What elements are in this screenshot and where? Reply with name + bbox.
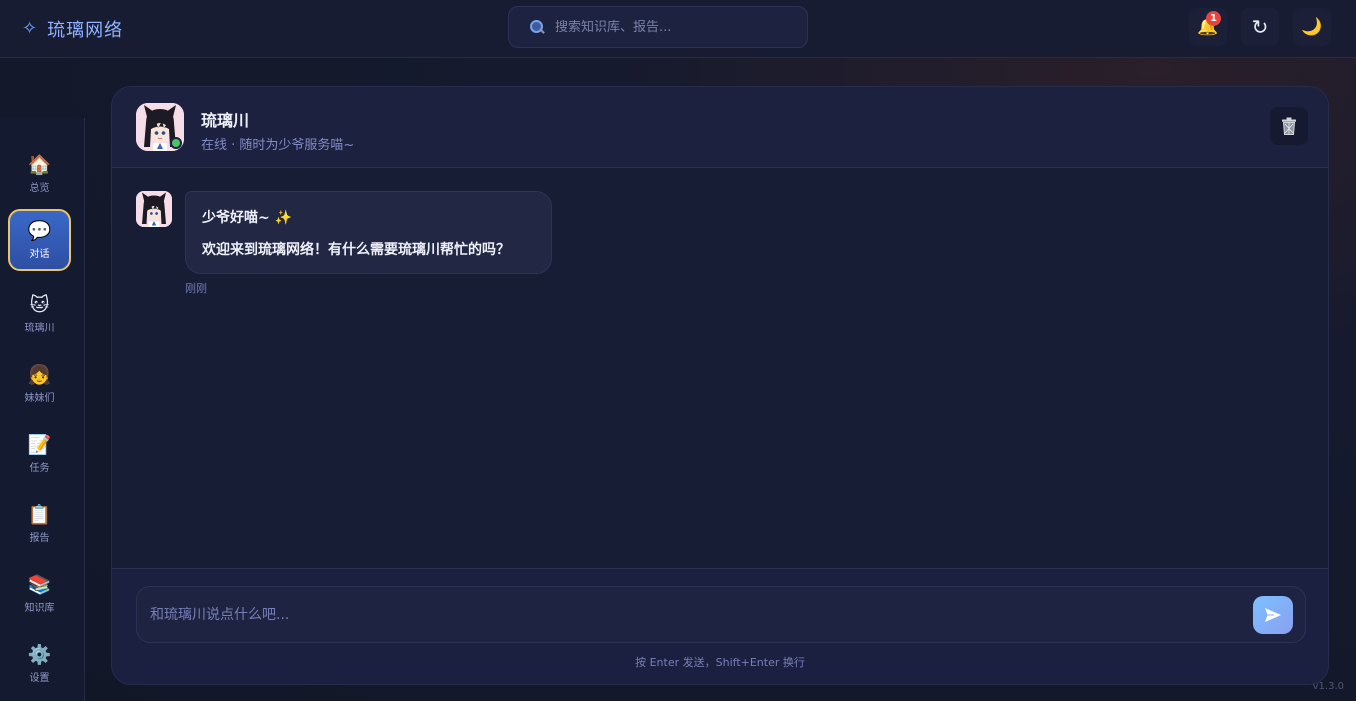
search-input[interactable] <box>555 19 795 35</box>
clipboard-icon: 📋 <box>27 504 52 526</box>
sidebar-item-label: 报告 <box>29 533 50 544</box>
sidebar-item-label: 知识库 <box>24 603 55 614</box>
sidebar-item-reports[interactable]: 📋 报告 <box>8 493 71 555</box>
message-timestamp: 刚刚 <box>185 282 207 295</box>
sidebar-item-label: 对话 <box>29 249 50 260</box>
message-input-box[interactable] <box>136 586 1306 643</box>
notification-badge: 1 <box>1206 11 1221 26</box>
sidebar-item-chat[interactable]: 💬 对话 <box>8 209 71 271</box>
sidebar-item-settings[interactable]: ⚙️ 设置 <box>8 633 71 695</box>
refresh-button[interactable]: ↻ <box>1241 8 1279 46</box>
sidebar: 🏠 总览 💬 对话 🐱 琉璃川 👧 妹妹们 📝 任务 📋 报告 📚 知识库 ⚙️… <box>0 118 85 701</box>
chat-header: 琉璃川 在线 · 随时为少爷服务喵~ <box>112 87 1328 168</box>
sidebar-item-tasks[interactable]: 📝 任务 <box>8 423 71 485</box>
sidebar-item-sisters[interactable]: 👧 妹妹们 <box>8 353 71 415</box>
chat-panel: 琉璃川 在线 · 随时为少爷服务喵~ 少爷好喵~ ✨ 欢迎来到琉璃网络！有什么需… <box>111 86 1329 685</box>
sidebar-item-label: 妹妹们 <box>24 393 55 404</box>
search-icon <box>529 19 545 35</box>
brand-name: 琉璃网络 <box>47 20 124 41</box>
message-input[interactable] <box>150 604 1230 626</box>
house-icon: 🏠 <box>27 154 52 176</box>
speech-bubble-icon: 💬 <box>27 220 52 242</box>
sidebar-item-label: 任务 <box>29 463 50 474</box>
composer: 按 Enter 发送，Shift+Enter 换行 <box>112 568 1328 684</box>
sidebar-item-label: 总览 <box>29 183 50 194</box>
sidebar-item-knowledge-base[interactable]: 📚 知识库 <box>8 563 71 625</box>
sidebar-item-overview[interactable]: 🏠 总览 <box>8 143 71 205</box>
message-avatar[interactable] <box>136 191 172 227</box>
girl-face-icon: 👧 <box>27 364 52 386</box>
sidebar-item-label: 琉璃川 <box>24 323 55 334</box>
notifications-button[interactable]: 🔔 1 <box>1189 8 1227 46</box>
chat-contact-name: 琉璃川 <box>201 111 250 130</box>
sidebar-item-label: 设置 <box>29 673 50 684</box>
version-label: v1.3.0 <box>1312 681 1344 692</box>
search-box[interactable] <box>508 6 808 48</box>
cat-face-icon: 🐱 <box>29 294 50 316</box>
assistant-message-bubble: 少爷好喵~ ✨ 欢迎来到琉璃网络！有什么需要琉璃川帮忙的吗？ <box>185 191 552 274</box>
trash-icon <box>1282 117 1296 135</box>
gear-icon: ⚙️ <box>27 644 52 666</box>
top-bar: ✧ 琉璃网络 🔔 1 ↻ 🌙 <box>0 0 1356 58</box>
moon-icon: 🌙 <box>1301 17 1323 37</box>
composer-hint: 按 Enter 发送，Shift+Enter 换行 <box>635 656 805 669</box>
refresh-icon: ↻ <box>1251 15 1269 39</box>
message-text: 少爷好喵~ ✨ <box>202 210 293 226</box>
clear-chat-button[interactable] <box>1270 107 1308 145</box>
send-button[interactable] <box>1253 596 1293 634</box>
memo-icon: 📝 <box>27 434 52 456</box>
send-icon <box>1265 608 1281 622</box>
sparkle-icon: ✧ <box>22 18 38 39</box>
message-text: 欢迎来到琉璃网络！有什么需要琉璃川帮忙的吗？ <box>202 242 510 258</box>
theme-toggle-button[interactable]: 🌙 <box>1293 8 1331 46</box>
online-status-indicator <box>170 137 182 149</box>
books-icon: 📚 <box>27 574 52 596</box>
chat-contact-status: 在线 · 随时为少爷服务喵~ <box>201 138 355 153</box>
brand[interactable]: ✧ 琉璃网络 <box>22 16 123 42</box>
sidebar-item-liulichuan[interactable]: 🐱 琉璃川 <box>8 283 71 345</box>
